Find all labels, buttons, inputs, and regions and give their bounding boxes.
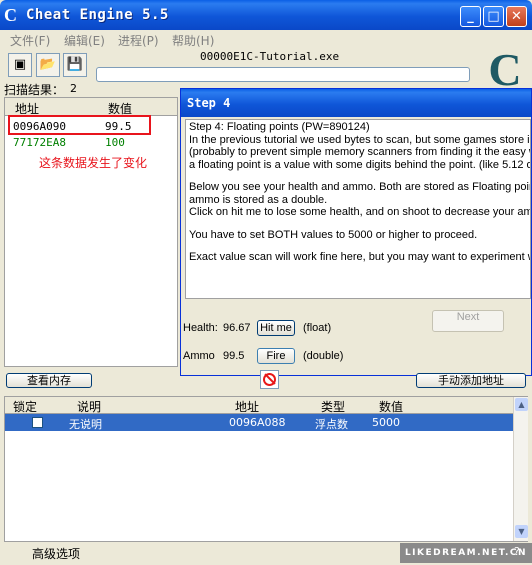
row-value: 5000 xyxy=(372,416,400,429)
ammo-type: (double) xyxy=(303,350,344,362)
view-memory-button[interactable]: 查看内存 xyxy=(6,373,92,388)
list-item[interactable]: 77172EA8 100 xyxy=(5,135,177,151)
maximize-button[interactable]: □ xyxy=(483,6,504,27)
header-type[interactable]: 类型 xyxy=(321,398,345,415)
tutorial-window: Step 4 Step 4: Floating points (PW=89012… xyxy=(180,88,532,376)
process-name: 00000E1C-Tutorial.exe xyxy=(200,50,340,63)
scan-progress-bar xyxy=(96,67,470,82)
cheat-table-header: 锁定 说明 地址 类型 数值 xyxy=(5,397,527,414)
open-folder-icon[interactable]: 📂 xyxy=(36,53,60,77)
header-address[interactable]: 地址 xyxy=(235,398,259,415)
menu-file[interactable]: 文件(F) xyxy=(10,32,50,49)
annotation-text: 这条数据发生了变化 xyxy=(39,156,148,170)
header-description[interactable]: 说明 xyxy=(77,398,101,415)
freeze-checkbox[interactable] xyxy=(32,417,43,428)
highlight-box xyxy=(8,115,151,135)
menu-edit[interactable]: 编辑(E) xyxy=(64,32,105,49)
health-label: Health: xyxy=(183,322,218,334)
tutorial-line: Below you see your health and ammo. Both… xyxy=(189,181,530,193)
scan-results-count: 2 xyxy=(70,82,77,95)
row-type: 浮点数 xyxy=(315,418,348,431)
tutorial-line: Step 4: Floating points (PW=890124) xyxy=(189,121,370,133)
health-value: 96.67 xyxy=(223,322,251,334)
tutorial-line: ammo is stored as a double. xyxy=(189,193,328,206)
save-icon[interactable]: 💾 xyxy=(63,53,87,77)
address-list-header: 地址 数值 xyxy=(5,98,177,116)
tutorial-line: You have to set BOTH values to 5000 or h… xyxy=(189,228,478,241)
menu-help[interactable]: 帮助(H) xyxy=(172,32,214,49)
tutorial-title[interactable]: Step 4 xyxy=(181,89,531,117)
hit-me-button[interactable]: Hit me xyxy=(257,320,295,336)
scan-results-label: 扫描结果： xyxy=(4,83,65,97)
stop-icon[interactable] xyxy=(260,370,279,389)
next-button[interactable]: Next xyxy=(432,310,504,332)
scroll-down-icon[interactable]: ▼ xyxy=(515,525,528,538)
header-frozen[interactable]: 锁定 xyxy=(13,398,37,415)
row-address: 0096A088 xyxy=(229,416,286,429)
tutorial-line: Click on hit me to lose some health, and… xyxy=(189,206,530,218)
close-button[interactable]: ✕ xyxy=(506,6,527,27)
select-process-icon[interactable]: ▣ xyxy=(8,53,32,77)
tutorial-line: Exact value scan will work fine here, bu… xyxy=(189,251,530,263)
menu-process[interactable]: 进程(P) xyxy=(118,32,159,49)
watermark: LIKEDREAM.NET.CN xyxy=(400,543,532,563)
fire-button[interactable]: Fire xyxy=(257,348,295,364)
tutorial-text: Step 4: Floating points (PW=890124) In t… xyxy=(185,119,531,299)
window-title: Cheat Engine 5.5 xyxy=(26,7,169,23)
minimize-button[interactable]: _ xyxy=(460,6,481,27)
row-address: 77172EA8 xyxy=(13,136,66,149)
row-value: 100 xyxy=(105,136,125,149)
advanced-options-link[interactable]: 高级选项 xyxy=(32,545,80,562)
menu-bar: 文件(F) 编辑(E) 进程(P) 帮助(H) xyxy=(0,30,532,50)
health-type: (float) xyxy=(303,322,332,334)
row-description: 无说明 xyxy=(69,418,102,431)
tutorial-line: (probably to prevent simple memory scann… xyxy=(189,146,531,158)
vertical-scrollbar[interactable]: ▲ ▼ xyxy=(513,397,528,541)
add-address-manually-button[interactable]: 手动添加地址 xyxy=(416,373,526,388)
scroll-up-icon[interactable]: ▲ xyxy=(515,398,528,411)
cheat-table[interactable]: 锁定 说明 地址 类型 数值 无说明 0096A088 浮点数 5000 ▲ ▼ xyxy=(4,396,528,542)
tutorial-line: a floating point is a value with some di… xyxy=(189,158,530,171)
title-bar[interactable]: C Cheat Engine 5.5 _ □ ✕ xyxy=(0,0,532,30)
help-icon[interactable]: ? xyxy=(514,545,520,558)
ce-logo-icon: C xyxy=(488,44,522,95)
header-value[interactable]: 数值 xyxy=(379,398,403,415)
ammo-value: 99.5 xyxy=(223,350,245,362)
table-row[interactable]: 无说明 0096A088 浮点数 5000 xyxy=(5,414,513,431)
tutorial-line: In the previous tutorial we used bytes t… xyxy=(189,133,530,146)
cheat-engine-icon: C xyxy=(4,5,17,25)
ammo-label: Ammo xyxy=(183,350,215,362)
found-address-list[interactable]: 地址 数值 0096A090 99.5 77172EA8 100 这条数据发生了… xyxy=(4,97,178,367)
